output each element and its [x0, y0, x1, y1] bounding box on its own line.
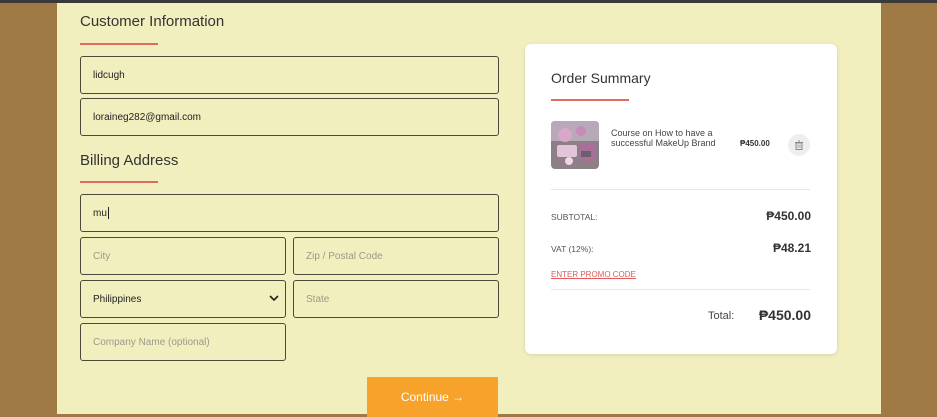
full-name-field[interactable]: lidcugh: [80, 56, 499, 94]
trash-icon: [795, 140, 803, 150]
state-field[interactable]: State: [293, 280, 499, 318]
country-select[interactable]: Philippines: [80, 280, 286, 318]
city-placeholder: City: [93, 250, 111, 262]
city-field[interactable]: City: [80, 237, 286, 275]
country-value: Philippines: [93, 293, 142, 305]
street-address-field[interactable]: mu: [80, 194, 499, 232]
course-price: ₱450.00: [740, 139, 770, 148]
promo-code-link[interactable]: ENTER PROMO CODE: [551, 270, 636, 279]
course-title: Course on How to have a successful MakeU…: [611, 128, 716, 148]
text-cursor: [107, 207, 109, 219]
order-summary-card: Order Summary Course on How to have a su…: [525, 44, 837, 354]
course-thumbnail: [551, 121, 599, 169]
billing-address-underline: [80, 181, 158, 183]
email-field[interactable]: loraineg282@gmail.com: [80, 98, 499, 136]
customer-info-underline: [80, 43, 158, 45]
customer-info-title: Customer Information: [80, 13, 225, 30]
order-summary-title: Order Summary: [551, 70, 651, 86]
company-name-field[interactable]: Company Name (optional): [80, 323, 286, 361]
total-divider: [551, 289, 810, 290]
subtotal-value: ₱450.00: [766, 209, 811, 223]
zip-field[interactable]: Zip / Postal Code: [293, 237, 499, 275]
order-summary-underline: [551, 99, 629, 101]
summary-divider: [551, 189, 810, 190]
vat-value: ₱48.21: [772, 241, 811, 255]
total-value: ₱450.00: [758, 307, 811, 323]
street-address-value: mu: [93, 207, 107, 219]
checkout-panel: Customer Information lidcugh loraineg282…: [57, 3, 881, 417]
vat-label: VAT (12%):: [551, 244, 594, 254]
remove-item-button[interactable]: [788, 134, 810, 156]
state-placeholder: State: [306, 293, 330, 305]
subtotal-label: SUBTOTAL:: [551, 212, 598, 222]
company-placeholder: Company Name (optional): [93, 336, 210, 348]
chevron-down-icon: [269, 295, 279, 302]
full-name-value: lidcugh: [93, 69, 125, 81]
continue-button[interactable]: Continue →: [367, 377, 498, 417]
billing-address-title: Billing Address: [80, 152, 179, 169]
total-label: Total:: [708, 310, 735, 322]
email-value: loraineg282@gmail.com: [93, 111, 201, 123]
zip-placeholder: Zip / Postal Code: [306, 250, 383, 262]
